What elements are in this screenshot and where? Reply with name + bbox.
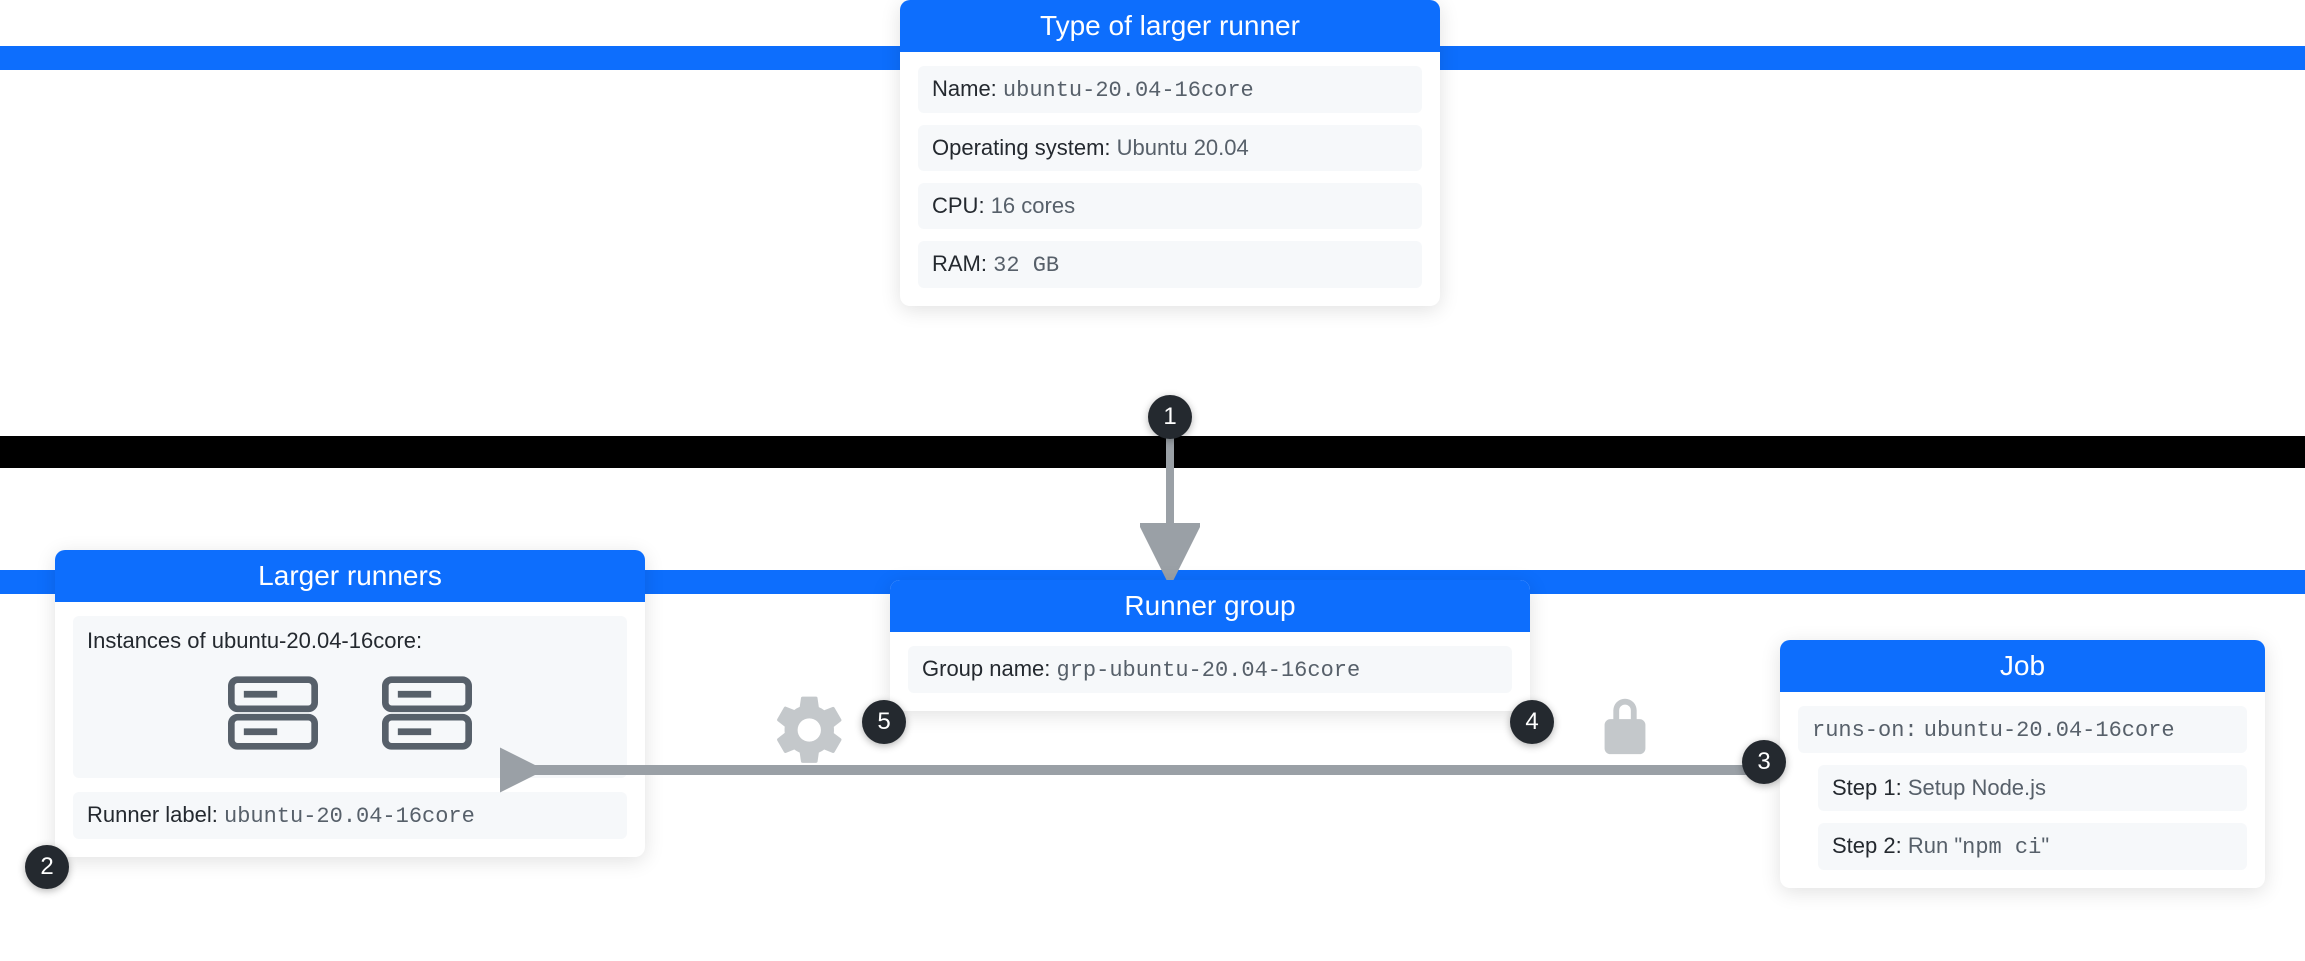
runner-group-title: Runner group — [890, 580, 1530, 632]
badge-number: 5 — [877, 708, 890, 736]
badge-number: 3 — [1757, 748, 1770, 776]
badge-3: 3 — [1742, 740, 1786, 784]
runner-type-name-field: Name: ubuntu-20.04-16core — [918, 66, 1422, 113]
field-label: Instances of — [87, 628, 206, 653]
field-value-pre: Run " — [1908, 833, 1962, 858]
server-icon — [377, 668, 477, 758]
runner-type-os-field: Operating system: Ubuntu 20.04 — [918, 125, 1422, 171]
field-value: 16 cores — [991, 193, 1075, 218]
field-label: Step 1: — [1832, 775, 1902, 800]
field-label: Operating system: — [932, 135, 1111, 160]
field-label: Group name: — [922, 656, 1050, 681]
badge-2: 2 — [25, 845, 69, 889]
field-label: CPU: — [932, 193, 985, 218]
badge-number: 2 — [40, 853, 53, 881]
field-value-post: " — [2041, 833, 2049, 858]
badge-number: 4 — [1525, 708, 1538, 736]
badge-5: 5 — [862, 700, 906, 744]
job-step-1-field: Step 1: Setup Node.js — [1818, 765, 2247, 811]
field-label: Runner label: — [87, 802, 218, 827]
field-value: grp-ubuntu-20.04-16core — [1057, 658, 1361, 683]
group-name-field: Group name: grp-ubuntu-20.04-16core — [908, 646, 1512, 693]
field-value: ubuntu-20.04-16core — [1924, 718, 2175, 743]
runner-type-title: Type of larger runner — [900, 0, 1440, 52]
job-runs-on-field: runs-on: ubuntu-20.04-16core — [1798, 706, 2247, 753]
runner-type-ram-field: RAM: 32 GB — [918, 241, 1422, 288]
field-value: Ubuntu 20.04 — [1117, 135, 1249, 160]
runner-group-card: Runner group Group name: grp-ubuntu-20.0… — [890, 580, 1530, 711]
badge-4: 4 — [1510, 700, 1554, 744]
job-title: Job — [1780, 640, 2265, 692]
server-icon — [223, 668, 323, 758]
field-label: runs-on: — [1812, 718, 1918, 743]
field-value: Setup Node.js — [1908, 775, 2046, 800]
field-label: Step 2: — [1832, 833, 1902, 858]
job-step-2-field: Step 2: Run "npm ci" — [1818, 823, 2247, 870]
field-label: Name: — [932, 76, 997, 101]
runner-type-cpu-field: CPU: 16 cores — [918, 183, 1422, 229]
colon: : — [416, 628, 422, 653]
field-value: ubuntu-20.04-16core — [212, 628, 416, 653]
field-value: ubuntu-20.04-16core — [224, 804, 475, 829]
larger-runners-title: Larger runners — [55, 550, 645, 602]
field-value-mono: npm ci — [1962, 835, 2041, 860]
job-card: Job runs-on: ubuntu-20.04-16core Step 1:… — [1780, 640, 2265, 888]
larger-runners-card: Larger runners Instances of ubuntu-20.04… — [55, 550, 645, 857]
field-label: RAM: — [932, 251, 987, 276]
badge-1: 1 — [1148, 395, 1192, 439]
field-value: 32 GB — [993, 253, 1059, 278]
runner-type-card: Type of larger runner Name: ubuntu-20.04… — [900, 0, 1440, 306]
field-value: ubuntu-20.04-16core — [1003, 78, 1254, 103]
arrow-left — [500, 740, 1780, 800]
badge-number: 1 — [1163, 403, 1176, 431]
